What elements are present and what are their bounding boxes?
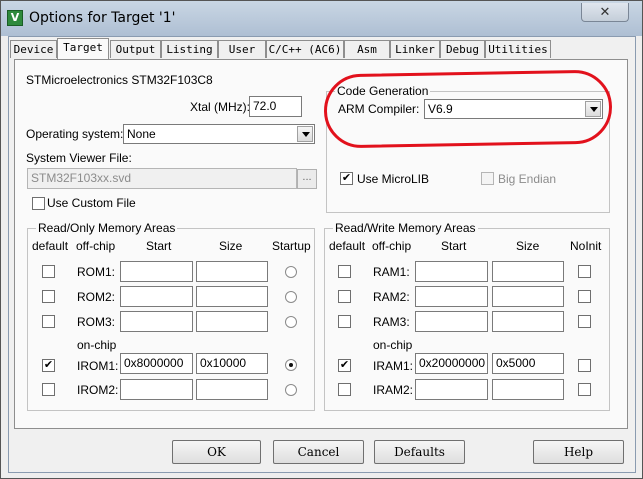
ro-header-start: Start bbox=[146, 239, 172, 253]
rw-row-default-checkbox[interactable] bbox=[338, 315, 351, 328]
keil-app-icon: V bbox=[7, 10, 23, 26]
svd-input[interactable]: STM32F103xx.svd bbox=[27, 168, 297, 189]
tab-listing[interactable]: Listing bbox=[161, 40, 218, 58]
rw-row-noinit-checkbox[interactable] bbox=[578, 359, 591, 372]
xtal-label: Xtal (MHz): bbox=[190, 100, 250, 114]
ro-row-startup-radio[interactable] bbox=[285, 266, 297, 278]
rw-header-noinit: NoInit bbox=[570, 239, 602, 253]
rw-row-start-input[interactable]: 0x20000000 bbox=[415, 353, 488, 374]
rw-row-default-checkbox[interactable] bbox=[338, 383, 351, 396]
ro-onchip-label: on-chip bbox=[77, 338, 117, 352]
rw-row-size-input[interactable]: 0x5000 bbox=[492, 353, 564, 374]
ro-header-offchip: off-chip bbox=[76, 239, 116, 253]
cancel-button[interactable]: Cancel bbox=[273, 440, 364, 464]
rw-header-start: Start bbox=[441, 239, 467, 253]
rw-row-default-checkbox[interactable] bbox=[338, 290, 351, 303]
ro-row-name: ROM1: bbox=[77, 265, 116, 279]
ro-row-size-input[interactable]: 0x10000 bbox=[196, 353, 268, 374]
chevron-down-icon bbox=[297, 126, 313, 142]
rw-row-size-input[interactable] bbox=[492, 261, 564, 282]
device-name: STMicroelectronics STM32F103C8 bbox=[26, 73, 213, 87]
ro-row-start-input[interactable] bbox=[120, 311, 193, 332]
ro-row-default-checkbox[interactable] bbox=[42, 383, 55, 396]
ro-row-size-input[interactable] bbox=[196, 261, 268, 282]
big-endian-checkbox[interactable] bbox=[481, 172, 494, 185]
ro-row-startup-radio[interactable] bbox=[285, 359, 297, 371]
rw-row-name: IRAM1: bbox=[373, 359, 414, 373]
rw-header-offchip: off-chip bbox=[372, 239, 412, 253]
os-select-value: None bbox=[127, 127, 156, 141]
ok-button[interactable]: OK bbox=[172, 440, 261, 464]
ro-row-size-input[interactable] bbox=[196, 286, 268, 307]
tab-device[interactable]: Device bbox=[10, 40, 57, 58]
ro-row-default-checkbox[interactable]: ✔ bbox=[42, 359, 55, 372]
ro-row-start-input[interactable] bbox=[120, 286, 193, 307]
rw-row-default-checkbox[interactable] bbox=[338, 265, 351, 278]
rw-row-start-input[interactable] bbox=[415, 286, 488, 307]
rw-row-noinit-checkbox[interactable] bbox=[578, 265, 591, 278]
rw-row-name: RAM3: bbox=[373, 315, 410, 329]
rw-row-size-input[interactable] bbox=[492, 311, 564, 332]
rw-row-start-input[interactable] bbox=[415, 311, 488, 332]
svd-label: System Viewer File: bbox=[26, 151, 132, 165]
red-highlight-annotation bbox=[323, 69, 613, 149]
xtal-input[interactable]: 72.0 bbox=[249, 96, 302, 117]
tab-asm[interactable]: Asm bbox=[344, 40, 390, 58]
big-endian-label: Big Endian bbox=[498, 172, 557, 186]
ro-row-default-checkbox[interactable] bbox=[42, 290, 55, 303]
ro-row-start-input[interactable] bbox=[120, 261, 193, 282]
os-select[interactable]: None bbox=[123, 124, 315, 144]
tab-debug[interactable]: Debug bbox=[440, 40, 485, 58]
ro-row-name: IROM1: bbox=[77, 359, 119, 373]
ro-row-size-input[interactable] bbox=[196, 379, 268, 400]
ro-row-default-checkbox[interactable] bbox=[42, 265, 55, 278]
ro-row-size-input[interactable] bbox=[196, 311, 268, 332]
window-title: Options for Target '1' bbox=[29, 10, 176, 26]
ro-row-name: IROM2: bbox=[77, 383, 119, 397]
rw-row-size-input[interactable] bbox=[492, 379, 564, 400]
ro-header-size: Size bbox=[219, 239, 243, 253]
tab-cc-ac6[interactable]: C/C++ (AC6) bbox=[266, 40, 344, 58]
ro-row-name: ROM3: bbox=[77, 315, 116, 329]
ro-row-name: ROM2: bbox=[77, 290, 116, 304]
ro-header-startup: Startup bbox=[272, 239, 311, 253]
tab-target[interactable]: Target bbox=[57, 38, 109, 59]
rw-memory-title: Read/Write Memory Areas bbox=[333, 221, 478, 235]
tab-utilities[interactable]: Utilities bbox=[485, 40, 551, 58]
rw-row-name: RAM1: bbox=[373, 265, 410, 279]
ro-row-startup-radio[interactable] bbox=[285, 316, 297, 328]
ro-row-start-input[interactable] bbox=[120, 379, 193, 400]
os-label: Operating system: bbox=[26, 127, 124, 141]
use-microlib-checkbox[interactable]: ✔ bbox=[340, 172, 353, 185]
rw-row-name: IRAM2: bbox=[373, 383, 414, 397]
rw-header-default: default bbox=[329, 239, 366, 253]
rw-onchip-label: on-chip bbox=[373, 338, 413, 352]
rw-header-size: Size bbox=[516, 239, 540, 253]
rw-row-start-input[interactable] bbox=[415, 261, 488, 282]
use-custom-file-checkbox[interactable] bbox=[32, 197, 45, 210]
help-button[interactable]: Help bbox=[533, 440, 624, 464]
ro-memory-title: Read/Only Memory Areas bbox=[36, 221, 178, 235]
rw-row-default-checkbox[interactable]: ✔ bbox=[338, 359, 351, 372]
defaults-button[interactable]: Defaults bbox=[374, 440, 465, 464]
tab-user[interactable]: User bbox=[218, 40, 266, 58]
rw-row-noinit-checkbox[interactable] bbox=[578, 315, 591, 328]
tab-output[interactable]: Output bbox=[110, 40, 161, 58]
title-bar: V Options for Target '1' ✕ bbox=[1, 1, 642, 36]
ro-row-start-input[interactable]: 0x8000000 bbox=[120, 353, 193, 374]
svd-browse-button[interactable]: ... bbox=[297, 169, 317, 189]
ro-row-startup-radio[interactable] bbox=[285, 291, 297, 303]
tab-linker[interactable]: Linker bbox=[390, 40, 440, 58]
use-microlib-label: Use MicroLIB bbox=[357, 172, 430, 186]
rw-row-size-input[interactable] bbox=[492, 286, 564, 307]
close-button[interactable]: ✕ bbox=[581, 3, 629, 22]
rw-row-noinit-checkbox[interactable] bbox=[578, 383, 591, 396]
ro-row-default-checkbox[interactable] bbox=[42, 315, 55, 328]
rw-row-noinit-checkbox[interactable] bbox=[578, 290, 591, 303]
rw-row-start-input[interactable] bbox=[415, 379, 488, 400]
ro-row-startup-radio[interactable] bbox=[285, 384, 297, 396]
rw-row-name: RAM2: bbox=[373, 290, 410, 304]
use-custom-file-label: Use Custom File bbox=[47, 196, 136, 210]
ro-header-default: default bbox=[32, 239, 69, 253]
